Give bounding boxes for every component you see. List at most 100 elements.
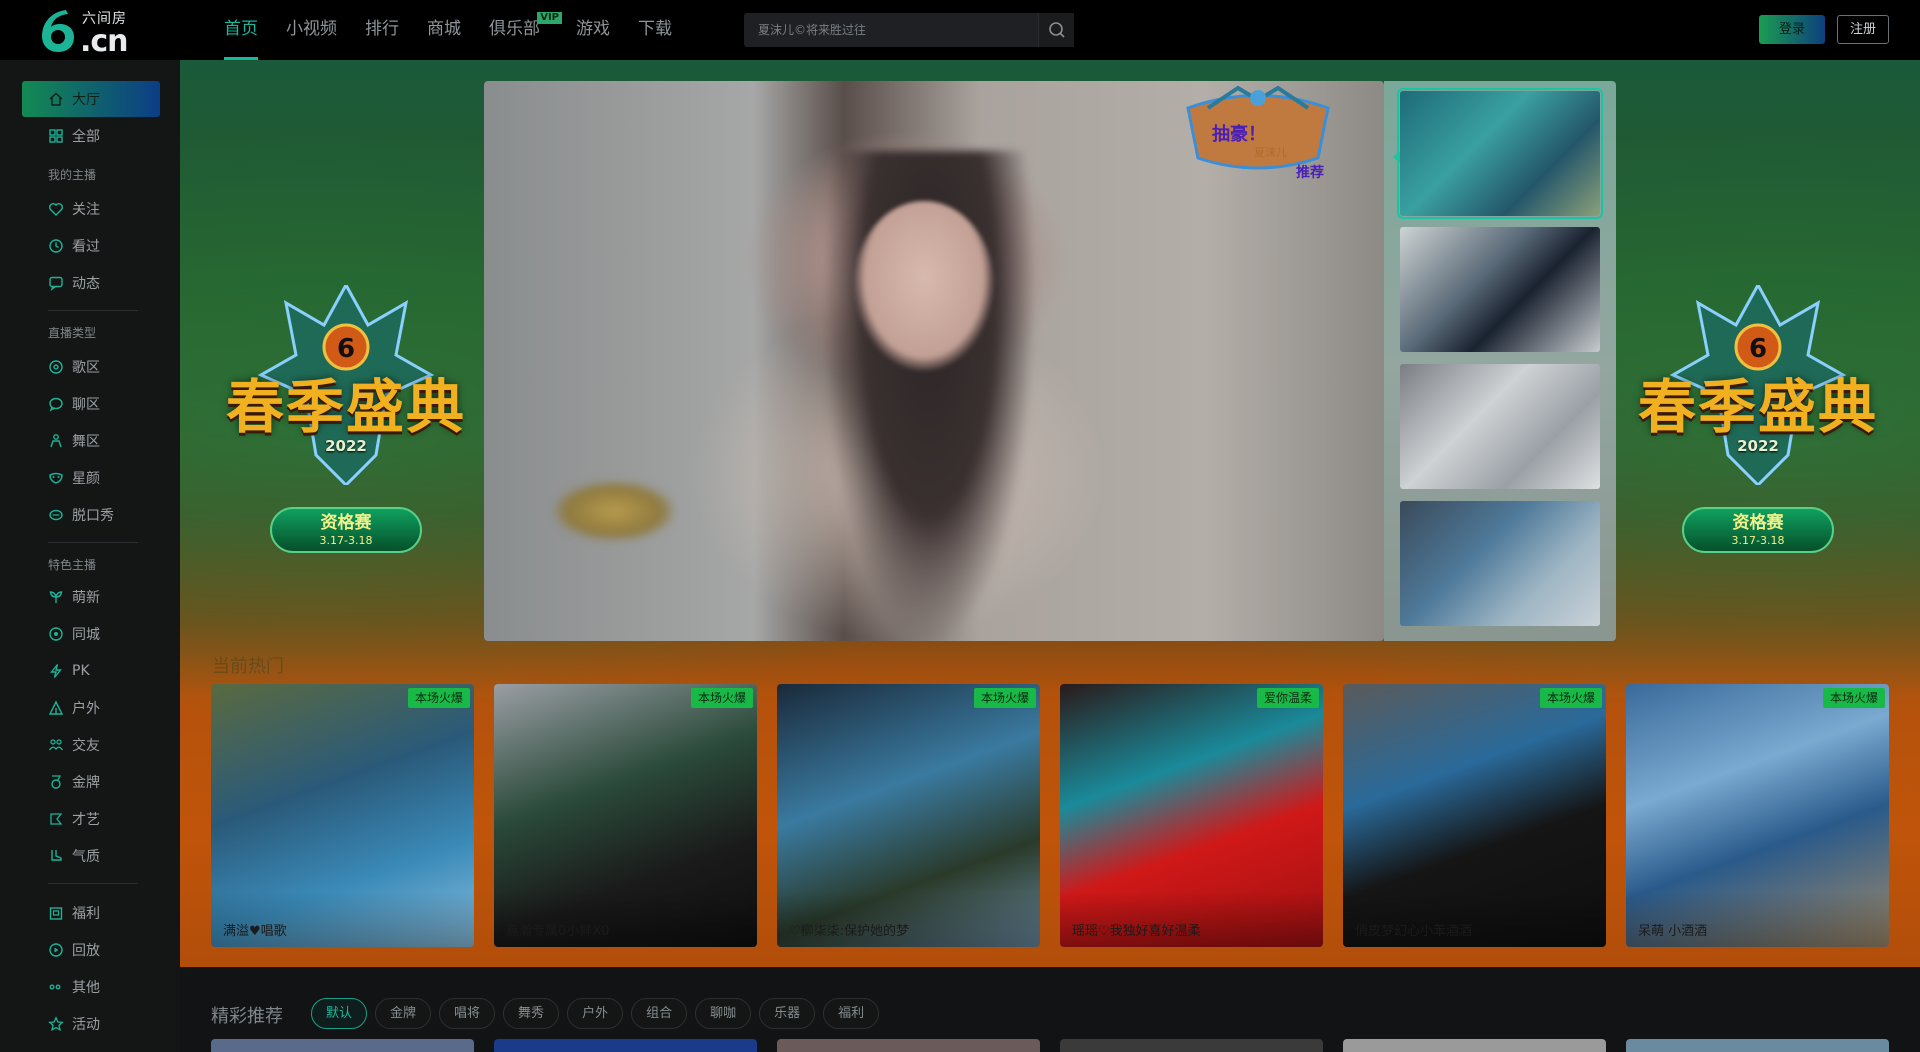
filter-welfare[interactable]: 福利	[823, 998, 880, 1029]
recommend-card-peek[interactable]	[1343, 1039, 1606, 1052]
sidebar: 大厅 全部 我的主播 关注 看过 动态 直播类型 歌区 聊区 舞区 星颜 脱口秀…	[0, 60, 180, 1052]
sidebar-item-label: 其他	[72, 980, 100, 996]
nav-short-video[interactable]: 小视频	[272, 0, 351, 60]
sidebar-item-pk[interactable]: PK	[22, 653, 160, 689]
sidebar-item-watched[interactable]: 看过	[22, 228, 160, 264]
hero-banner: 6 春季盛典 2022 资格赛 3.17-3.18 6 春季盛典 2022 资格…	[180, 60, 1920, 968]
sidebar-group-title: 我的主播	[48, 168, 97, 182]
filter-chat[interactable]: 聊咖	[695, 998, 752, 1029]
gift-icon	[48, 905, 64, 921]
filter-instrument[interactable]: 乐器	[759, 998, 816, 1029]
promo-stage-pill: 资格赛 3.17-3.18	[270, 507, 422, 553]
hot-stream-card[interactable]: 本场火爆 嘉瀚专属0小鲜X0	[494, 684, 757, 947]
recommend-card-peek[interactable]	[1626, 1039, 1889, 1052]
tent-icon	[48, 700, 64, 716]
sidebar-item-feed[interactable]: 动态	[22, 265, 160, 301]
filter-outdoor[interactable]: 户外	[567, 998, 624, 1029]
search-box	[744, 13, 1074, 47]
filter-group[interactable]: 组合	[631, 998, 688, 1029]
guard-recommend-badge[interactable]: 抽豪！ 夏沫儿 推荐	[1178, 78, 1338, 188]
promo-right[interactable]: 6 春季盛典 2022 资格赛 3.17-3.18	[1608, 285, 1908, 565]
card-tag: 本场火爆	[1539, 688, 1602, 708]
promo-left[interactable]: 6 春季盛典 2022 资格赛 3.17-3.18	[196, 285, 496, 565]
register-button[interactable]: 注册	[1837, 15, 1889, 44]
sidebar-item-label: 交友	[72, 738, 100, 754]
stream-thumbnail[interactable]	[1400, 227, 1600, 352]
sidebar-item-dance[interactable]: 舞区	[22, 423, 160, 459]
site-logo[interactable]: 六间房 .cn	[36, 6, 136, 59]
sidebar-item-newbie[interactable]: 萌新	[22, 579, 160, 615]
nav-games[interactable]: 游戏	[562, 0, 624, 60]
nav-club[interactable]: 俱乐部 VIP	[475, 0, 562, 60]
nav-ranking[interactable]: 排行	[351, 0, 413, 60]
sidebar-item-all[interactable]: 全部	[22, 118, 160, 154]
sidebar-item-label: 舞区	[72, 434, 100, 450]
sidebar-item-events[interactable]: 活动	[22, 1006, 160, 1042]
nav-download[interactable]: 下载	[624, 0, 686, 60]
guard-title: 抽豪！	[1212, 124, 1266, 145]
sidebar-item-follow[interactable]: 关注	[22, 191, 160, 227]
recommend-card-peek[interactable]	[777, 1039, 1040, 1052]
filter-singer[interactable]: 唱将	[439, 998, 496, 1029]
hot-stream-card[interactable]: 本场火爆 俏皮梦幻心小苯酒酒	[1343, 684, 1606, 947]
filter-gold[interactable]: 金牌	[375, 998, 432, 1029]
hot-stream-card[interactable]: 爱你温柔 瑶瑶♡我独好喜好温柔	[1060, 684, 1323, 947]
sidebar-item-welfare[interactable]: 福利	[22, 895, 160, 931]
card-tag: 本场火爆	[1822, 688, 1885, 708]
sidebar-item-other[interactable]: 其他	[22, 969, 160, 1005]
filter-dance[interactable]: 舞秀	[503, 998, 560, 1029]
stream-thumbnail[interactable]	[1400, 364, 1600, 489]
sidebar-item-gold[interactable]: 金牌	[22, 764, 160, 800]
stream-thumbnail-rail	[1384, 81, 1616, 641]
sidebar-item-talk-show[interactable]: 脱口秀	[22, 497, 160, 533]
sidebar-item-star-face[interactable]: 星颜	[22, 460, 160, 496]
sidebar-item-singing[interactable]: 歌区	[22, 349, 160, 385]
recommend-card-peek[interactable]	[211, 1039, 474, 1052]
sidebar-item-outdoor[interactable]: 户外	[22, 690, 160, 726]
vip-badge: VIP	[537, 12, 562, 24]
promo-year: 2022	[1737, 437, 1779, 455]
main-nav: 首页 小视频 排行 商城 俱乐部 VIP 游戏 下载	[210, 0, 686, 60]
sidebar-item-label: PK	[72, 663, 90, 679]
top-bar: 六间房 .cn 首页 小视频 排行 商城 俱乐部 VIP 游戏 下载 登录 注册	[0, 0, 1920, 60]
grid-icon	[48, 128, 64, 144]
mouth-icon	[48, 507, 64, 523]
sidebar-item-label: 聊区	[72, 397, 100, 413]
sprout-icon	[48, 589, 64, 605]
filter-default[interactable]: 默认	[311, 998, 368, 1029]
card-streamer-name: 嘉瀚专属0小鲜X0	[506, 924, 610, 939]
sidebar-item-same-city[interactable]: 同城	[22, 616, 160, 652]
sidebar-item-friends[interactable]: 交友	[22, 727, 160, 763]
search-button[interactable]	[1038, 13, 1074, 47]
search-icon	[1049, 22, 1065, 38]
card-tag: 本场火爆	[407, 688, 470, 708]
promo-dates: 3.17-3.18	[319, 534, 373, 547]
sidebar-item-label: 金牌	[72, 775, 100, 791]
music-icon	[48, 359, 64, 375]
sidebar-item-label: 同城	[72, 627, 100, 643]
stream-thumbnail[interactable]	[1400, 501, 1600, 626]
nav-mall[interactable]: 商城	[413, 0, 475, 60]
sidebar-item-replay[interactable]: 回放	[22, 932, 160, 968]
card-streamer-name: 俏皮梦幻心小苯酒酒	[1355, 924, 1473, 939]
nav-home[interactable]: 首页	[210, 0, 272, 60]
search-input[interactable]	[744, 13, 1039, 47]
hot-stream-card[interactable]: 本场火爆 ♡柳柒柒:保护她的梦	[777, 684, 1040, 947]
recommend-card-peek[interactable]	[494, 1039, 757, 1052]
chat-icon	[48, 275, 64, 291]
promo-title: 春季盛典	[225, 373, 466, 441]
chat-bubble-icon	[48, 396, 64, 412]
hot-stream-card[interactable]: 本场火爆 呆萌 小酒酒	[1626, 684, 1889, 947]
card-streamer-name: 瑶瑶♡我独好喜好温柔	[1072, 924, 1201, 939]
boot-icon	[48, 848, 64, 864]
sidebar-item-chat[interactable]: 聊区	[22, 386, 160, 422]
hot-stream-card[interactable]: 本场火爆 满溢♥唱歌	[211, 684, 474, 947]
brand-domain: .cn	[80, 24, 129, 59]
recommend-card-peek[interactable]	[1060, 1039, 1323, 1052]
sidebar-item-lobby[interactable]: 大厅	[22, 81, 160, 117]
sidebar-item-temperament[interactable]: 气质	[22, 838, 160, 874]
stream-thumbnail[interactable]	[1397, 88, 1603, 219]
sidebar-item-talent[interactable]: 才艺	[22, 801, 160, 837]
promo-stage-pill: 资格赛 3.17-3.18	[1682, 507, 1834, 553]
login-button[interactable]: 登录	[1759, 15, 1825, 44]
